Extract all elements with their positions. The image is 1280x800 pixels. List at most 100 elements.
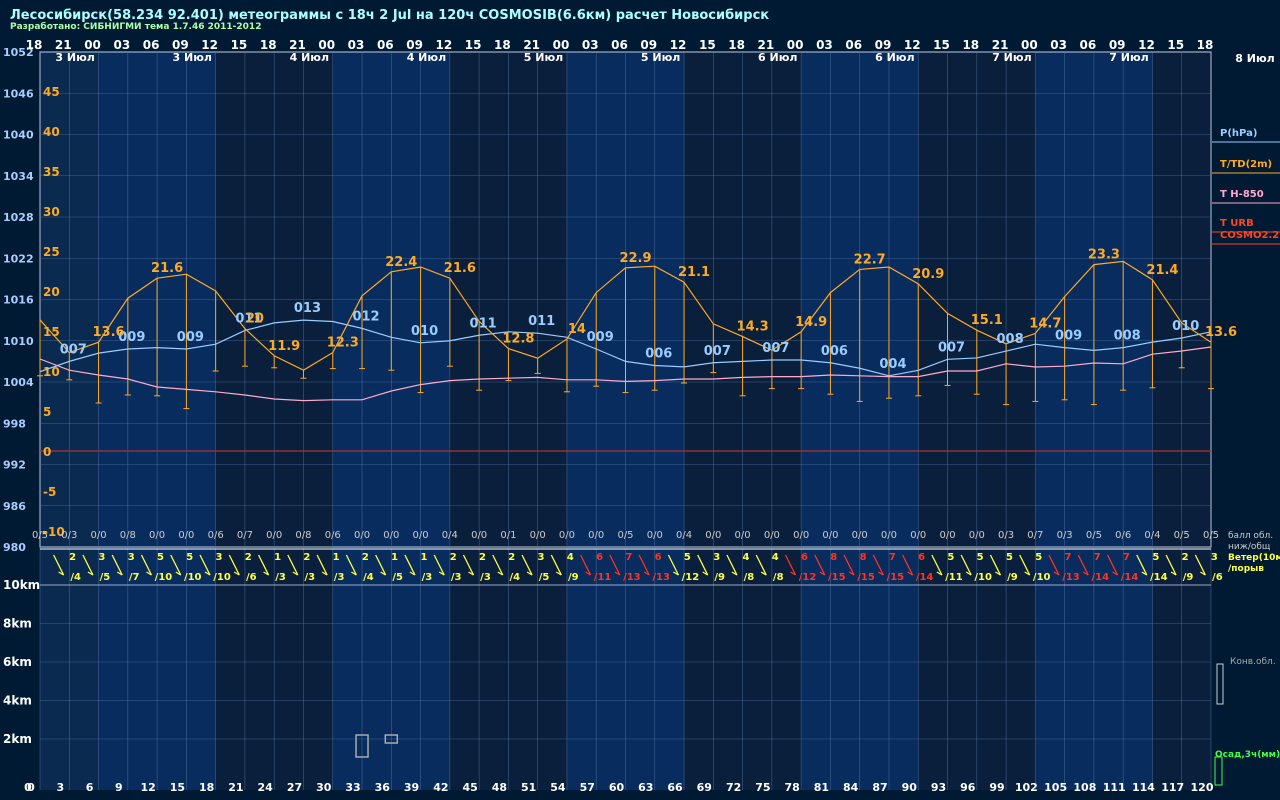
hour-tick-label: 21 [55,38,72,52]
wind-speed-label: 6 [655,552,662,563]
wind-speed-label: 1 [274,552,281,563]
wind-speed-label: 7 [625,552,632,563]
pressure-data-label: 011 [528,314,555,329]
wind-speed-label: 3 [128,552,135,563]
temperature-data-label: 22.9 [619,251,651,266]
hour-tick-label: 12 [670,38,687,52]
pressure-data-label: 008 [1114,329,1141,344]
temperature-data-label: 12.3 [327,336,359,351]
pressure-data-label: 013 [294,301,321,316]
cloud-label: 0/5 [1086,530,1102,541]
cloud-label: 0/0 [471,530,487,541]
hour-tick-label: 15 [465,38,482,52]
wind-speed-label: 2 [479,552,486,563]
wind-gust-label: /14 [1150,572,1168,583]
cloud-label: 0/0 [939,530,955,541]
cloud-label: 0/8 [120,530,136,541]
hour-tick-label: 06 [1080,38,1097,52]
hour-tick-label: 21 [523,38,540,52]
temperature-data-label: 14 [568,322,586,337]
temperature-tick-label: 35 [43,165,60,179]
wind-gust-label: /3 [275,572,286,583]
forecast-hour-label: 102 [1015,781,1038,794]
cloud-label: 0/1 [500,530,516,541]
temperature-data-label: 14.3 [737,320,769,335]
forecast-hour-label: 60 [609,781,625,794]
forecast-hour-label: 99 [989,781,1004,794]
wind-gust-label: /4 [509,572,520,583]
forecast-hour-label: 63 [638,781,653,794]
date-label-right: 8 Июл [1235,52,1274,65]
cloud-label: 0/0 [530,530,546,541]
temperature-data-label: 21.1 [678,265,710,280]
pressure-tick-label: 1010 [3,335,34,348]
cloud-label: 0/6 [325,530,341,541]
temperature-tick-label: 30 [43,205,60,219]
forecast-hour-label: 72 [726,781,741,794]
cloud-label: 0/0 [822,530,838,541]
wind-speed-label: 2 [450,552,457,563]
legend-label: P(hPa) [1220,128,1257,139]
forecast-hour-label: 3 [56,781,64,794]
temperature-tick-label: 45 [43,85,60,99]
legend-label: T URB [1220,218,1254,229]
temperature-tick-label: 25 [43,245,60,259]
forecast-hour-label: 87 [872,781,887,794]
forecast-hour-label: 21 [228,781,243,794]
forecast-hour-label: 120 [1191,781,1214,794]
cloud-label: 0/0 [383,530,399,541]
hour-tick-label: 15 [231,38,248,52]
wind-gust-label: /3 [334,572,345,583]
forecast-hour-label: 6 [86,781,94,794]
temperature-data-label: 20 [246,312,264,327]
wind-speed-label: 5 [1152,552,1159,563]
pressure-tick-label: 980 [3,541,26,554]
wind-gust-label: /7 [129,572,140,583]
wind-gust-label: /4 [70,572,81,583]
cloud-label: 0/0 [852,530,868,541]
pressure-data-label: 010 [1172,319,1199,334]
cloud-label: 0/6 [208,530,224,541]
hour-tick-label: 09 [406,38,423,52]
cloud-label: 0/0 [354,530,370,541]
temperature-data-label: 20.9 [912,267,944,282]
hour-tick-label: 21 [992,38,1009,52]
hour-tick-label: 18 [494,38,511,52]
pressure-tick-label: 998 [3,417,26,430]
temperature-data-label: 22.4 [385,255,417,270]
cloud-label: 0/0 [91,530,107,541]
cloud-label: 0/0 [735,530,751,541]
pressure-data-label: 009 [587,330,614,345]
cloud-label: 0/5 [1174,530,1190,541]
temperature-tick-label: 5 [43,405,51,419]
forecast-hour-label: 27 [287,781,302,794]
wind-gust-label: /14 [1091,572,1109,583]
temperature-data-label: 12.8 [502,332,534,347]
temperature-data-label: 13.6 [1205,325,1237,340]
forecast-hour-label: 12 [140,781,155,794]
wind-gust-label: /6 [246,572,257,583]
meteogram-chart: 1052104610401034102810221016101010049989… [3,38,1280,794]
wind-gust-label: /9 [1183,572,1194,583]
forecast-hour-label: 30 [316,781,332,794]
conv-legend-box [1216,663,1224,705]
cloud-label: 0/0 [881,530,897,541]
hour-tick-label: 18 [260,38,277,52]
hour-tick-label: 21 [758,38,775,52]
cloud-label: 0/3 [998,530,1014,541]
wind-speed-label: 1 [333,552,340,563]
cloud-label: 0/8 [295,530,311,541]
hour-tick-label: 18 [728,38,745,52]
wind-speed-label: 5 [186,552,193,563]
wind-speed-label: 7 [1094,552,1101,563]
wind-speed-label: 5 [947,552,954,563]
hour-tick-label: 15 [699,38,716,52]
wind-gust-label: /15 [857,572,875,583]
hour-tick-label: 00 [84,38,101,52]
forecast-hour-label: 105 [1044,781,1067,794]
forecast-hour-label: 81 [814,781,829,794]
right-label-wind2: /порыв [1228,564,1264,574]
forecast-hour-label: 9 [115,781,123,794]
wind-gust-label: /9 [568,572,579,583]
right-label-wind: Ветер(10м) [1228,553,1280,563]
